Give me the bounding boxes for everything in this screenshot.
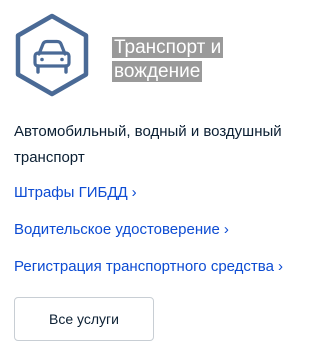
link-label[interactable]: Регистрация транспортного средства — [14, 258, 274, 275]
link-vehicle-registration[interactable]: Регистрация транспортного средства › — [14, 255, 330, 279]
all-services-button[interactable]: Все услуги — [14, 297, 154, 341]
category-icon-hexagon[interactable] — [14, 12, 90, 98]
link-traffic-fines[interactable]: Штрафы ГИБДД › — [14, 181, 330, 205]
category-description: Автомобильный, водный и воздушный трансп… — [14, 123, 282, 166]
chevron-right-icon: › — [131, 184, 137, 201]
car-icon — [15, 13, 89, 97]
chevron-right-icon: › — [277, 258, 283, 275]
chevron-right-icon: › — [223, 221, 229, 238]
category-title-text[interactable]: Транспорт и вождение — [112, 37, 224, 82]
category-card: Транспорт и вождение Автомобильный, водн… — [0, 0, 333, 354]
category-title[interactable]: Транспорт и вождение — [112, 36, 252, 84]
link-driver-license[interactable]: Водительское удостоверение › — [14, 218, 330, 242]
link-label[interactable]: Штрафы ГИБДД — [14, 184, 128, 201]
service-link-list: Штрафы ГИБДД › Водительское удостоверение… — [14, 181, 330, 292]
link-label[interactable]: Водительское удостоверение — [14, 221, 220, 238]
